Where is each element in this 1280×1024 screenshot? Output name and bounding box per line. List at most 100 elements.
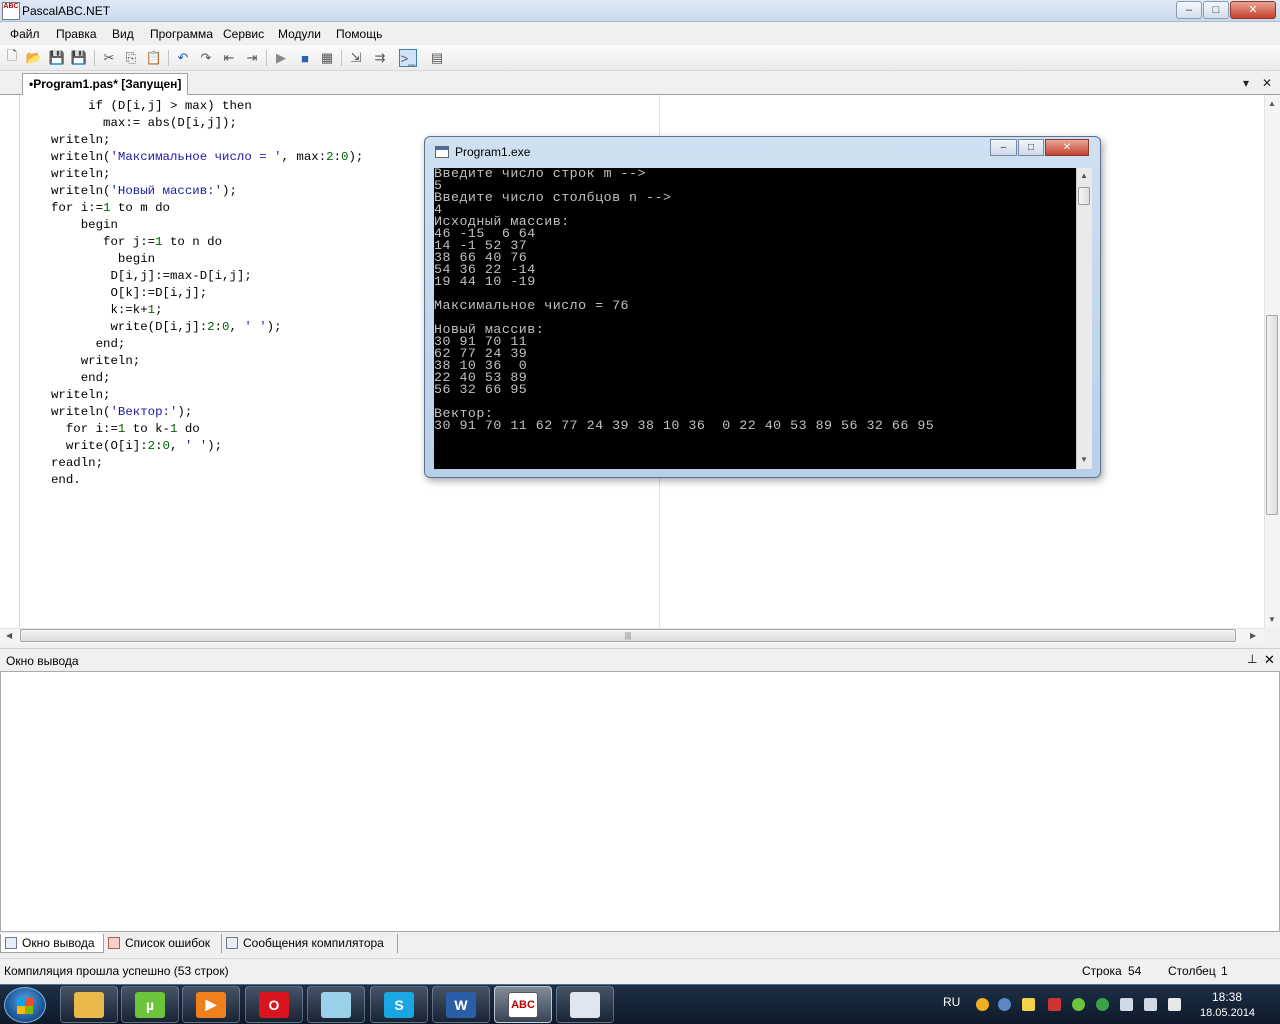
- menu-program[interactable]: Программа: [150, 27, 213, 41]
- code-line[interactable]: D[i,j]:=max-D[i,j];: [51, 268, 363, 285]
- status-line-label: Строка: [1082, 964, 1122, 978]
- clock-time[interactable]: 18:38: [1212, 990, 1242, 1004]
- tray-network-icon[interactable]: [998, 998, 1011, 1011]
- taskbar-opera-button[interactable]: O: [245, 986, 303, 1023]
- scroll-up-icon[interactable]: ▲: [1268, 99, 1276, 108]
- code-line[interactable]: end;: [51, 336, 363, 353]
- tray-action-center-icon[interactable]: [1168, 998, 1181, 1011]
- code-line[interactable]: writeln;: [51, 166, 363, 183]
- tab-dropdown-icon[interactable]: ▾: [1243, 76, 1249, 90]
- taskbar-skype-button[interactable]: S: [370, 986, 428, 1023]
- pin-icon[interactable]: ⊥: [1247, 652, 1257, 666]
- console-icon[interactable]: >_: [399, 49, 417, 67]
- console-scroll-down-icon[interactable]: ▼: [1080, 455, 1088, 464]
- menu-modules[interactable]: Модули: [278, 27, 321, 41]
- code-line[interactable]: writeln('Вектор:');: [51, 404, 363, 421]
- console-scroll-up-icon[interactable]: ▲: [1080, 171, 1088, 180]
- console-vscrollbar[interactable]: [1076, 168, 1092, 469]
- editor-vscroll-thumb[interactable]: [1266, 315, 1278, 515]
- save-all-icon[interactable]: 💾: [70, 49, 88, 67]
- menu-edit[interactable]: Правка: [56, 27, 97, 41]
- menu-help[interactable]: Помощь: [336, 27, 382, 41]
- run-icon[interactable]: ▶: [272, 49, 290, 67]
- tray-security-icon[interactable]: [1022, 998, 1035, 1011]
- output-text-area[interactable]: [0, 671, 1280, 932]
- tab-error-list[interactable]: Список ошибок: [104, 934, 222, 953]
- code-line[interactable]: write(D[i,j]:2:0, ' ');: [51, 319, 363, 336]
- code-line[interactable]: begin: [51, 217, 363, 234]
- code-line[interactable]: k:=k+1;: [51, 302, 363, 319]
- console-minimize-button[interactable]: –: [990, 139, 1017, 156]
- redo-icon[interactable]: ↷: [197, 49, 215, 67]
- code-line[interactable]: write(O[i]:2:0, ' ');: [51, 438, 363, 455]
- code-line[interactable]: end;: [51, 370, 363, 387]
- undo-icon[interactable]: ↶: [174, 49, 192, 67]
- tray-volume-icon[interactable]: [1144, 998, 1157, 1011]
- tab-output-window[interactable]: Окно вывода: [0, 934, 104, 953]
- code-line[interactable]: end.: [51, 472, 363, 489]
- code-line[interactable]: writeln('Новый массив:');: [51, 183, 363, 200]
- minimize-button[interactable]: –: [1176, 1, 1202, 19]
- taskbar-word-button[interactable]: W: [432, 986, 490, 1023]
- compile-icon[interactable]: ▦: [318, 49, 336, 67]
- code-line[interactable]: writeln;: [51, 387, 363, 404]
- code-line[interactable]: O[k]:=D[i,j];: [51, 285, 363, 302]
- taskbar-pascalabc-button[interactable]: ABC: [494, 986, 552, 1023]
- code-line[interactable]: readln;: [51, 455, 363, 472]
- taskbar-utorrent-button[interactable]: µ: [121, 986, 179, 1023]
- code-line[interactable]: for j:=1 to n do: [51, 234, 363, 251]
- step-into-icon[interactable]: ⇲: [347, 49, 365, 67]
- taskbar-media-player-button[interactable]: ▶: [182, 986, 240, 1023]
- menu-file[interactable]: Файл: [10, 27, 40, 41]
- code-line[interactable]: max:= abs(D[i,j]);: [51, 115, 363, 132]
- clock-date[interactable]: 18.05.2014: [1200, 1007, 1255, 1019]
- indent-left-icon[interactable]: ⇤: [220, 49, 238, 67]
- tray-flag-icon[interactable]: [1048, 998, 1061, 1011]
- console-screen[interactable]: Введите число строк m --> 5 Введите число …: [434, 167, 1076, 469]
- debug-window-icon[interactable]: ▤: [428, 49, 446, 67]
- new-file-icon[interactable]: 🗋: [3, 48, 21, 67]
- tab-close-icon[interactable]: ✕: [1262, 76, 1272, 90]
- indent-right-icon[interactable]: ⇥: [243, 49, 261, 67]
- output-close-icon[interactable]: ✕: [1264, 652, 1275, 668]
- stop-icon[interactable]: ■: [296, 49, 314, 67]
- save-icon[interactable]: 💾: [48, 49, 66, 67]
- tray-update-icon[interactable]: [976, 998, 989, 1011]
- tab-compiler-messages[interactable]: Сообщения компилятора: [222, 934, 398, 953]
- language-indicator[interactable]: RU: [943, 995, 960, 1009]
- taskbar-notepad-button[interactable]: [307, 986, 365, 1023]
- paste-icon[interactable]: 📋: [145, 49, 163, 67]
- menu-service[interactable]: Сервис: [223, 27, 264, 41]
- open-file-icon[interactable]: 📂: [25, 49, 43, 67]
- code-line[interactable]: begin: [51, 251, 363, 268]
- scroll-left-icon[interactable]: ◀: [6, 631, 12, 640]
- taskbar-program-console-button[interactable]: [556, 986, 614, 1023]
- code-text[interactable]: if (D[i,j] > max) then max:= abs(D[i,j])…: [51, 98, 363, 489]
- tray-display-icon[interactable]: [1120, 998, 1133, 1011]
- menu-view[interactable]: Вид: [112, 27, 134, 41]
- cut-icon[interactable]: ✂: [100, 49, 118, 67]
- console-close-button[interactable]: ✕: [1045, 139, 1089, 156]
- tray-utorrent-icon[interactable]: [1072, 998, 1085, 1011]
- editor-hscroll-thumb[interactable]: |||: [20, 629, 1236, 642]
- code-line[interactable]: writeln;: [51, 353, 363, 370]
- console-maximize-button[interactable]: □: [1018, 139, 1044, 156]
- step-over-icon[interactable]: ⇉: [371, 49, 389, 67]
- start-button[interactable]: [4, 987, 46, 1023]
- tab-program1[interactable]: •Program1.pas* [Запущен]: [22, 73, 188, 95]
- console-window[interactable]: Program1.exe – □ ✕ Введите число строк m…: [424, 136, 1101, 478]
- taskbar-explorer-button[interactable]: [60, 986, 118, 1023]
- copy-icon[interactable]: ⎘: [122, 49, 140, 67]
- code-line[interactable]: writeln;: [51, 132, 363, 149]
- maximize-button[interactable]: □: [1203, 1, 1229, 19]
- close-button[interactable]: ✕: [1230, 1, 1276, 19]
- code-line[interactable]: for i:=1 to k-1 do: [51, 421, 363, 438]
- code-line[interactable]: if (D[i,j] > max) then: [51, 98, 363, 115]
- console-scroll-thumb[interactable]: [1078, 187, 1090, 205]
- scroll-right-icon[interactable]: ▶: [1250, 631, 1256, 640]
- code-line[interactable]: writeln('Максимальное число = ', max:2:0…: [51, 149, 363, 166]
- code-line[interactable]: for i:=1 to m do: [51, 200, 363, 217]
- app-icon[interactable]: ABC: [2, 2, 20, 20]
- tray-check-icon[interactable]: [1096, 998, 1109, 1011]
- scroll-down-icon[interactable]: ▼: [1268, 615, 1276, 624]
